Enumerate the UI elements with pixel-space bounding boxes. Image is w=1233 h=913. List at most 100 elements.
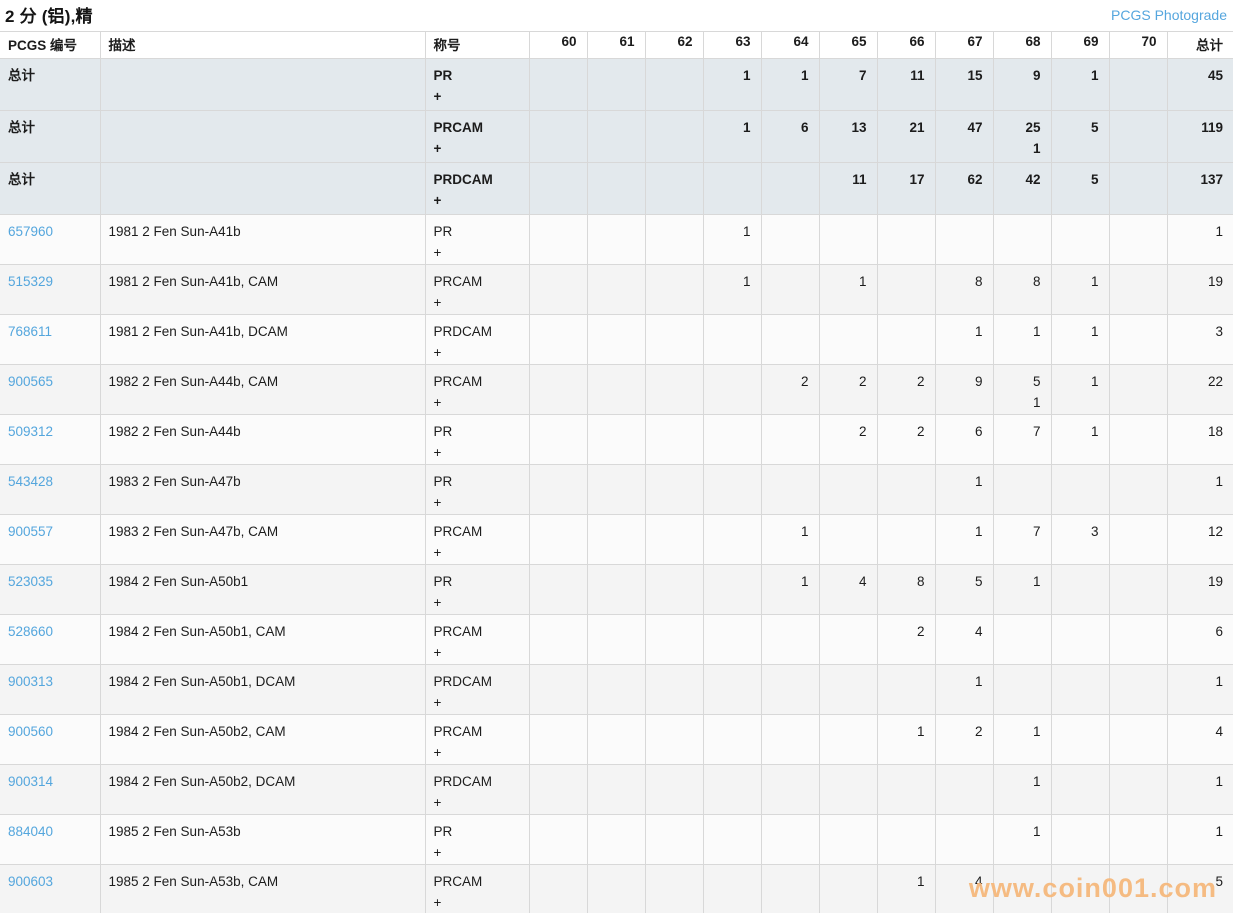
grade-cell-66: 1 bbox=[877, 865, 935, 913]
grade-cell-66: 2 bbox=[877, 415, 935, 465]
grade-cell-60 bbox=[529, 565, 587, 615]
grade-cell-64 bbox=[761, 815, 819, 865]
grade-cell-65 bbox=[819, 865, 877, 913]
col-header-pcgs-number: PCGS 编号 bbox=[0, 32, 100, 59]
grade-cell-69: 1 bbox=[1051, 59, 1109, 111]
pcgs-number-link[interactable]: 515329 bbox=[8, 274, 53, 289]
grade-cell-60 bbox=[529, 315, 587, 365]
grade-cell-62 bbox=[645, 865, 703, 913]
grade-cell-62 bbox=[645, 515, 703, 565]
row-total: 6 bbox=[1167, 615, 1233, 665]
grade-cell-67: 1 bbox=[935, 465, 993, 515]
grade-cell-69 bbox=[1051, 465, 1109, 515]
pcgs-number-link[interactable]: 543428 bbox=[8, 474, 53, 489]
table-row: 5230351984 2 Fen Sun-A50b1PR+1485119 bbox=[0, 565, 1233, 615]
grade-cell-65 bbox=[819, 515, 877, 565]
grade-cell-63 bbox=[703, 365, 761, 415]
grade-cell-66 bbox=[877, 265, 935, 315]
grade-cell-65 bbox=[819, 615, 877, 665]
grade-cell-65: 4 bbox=[819, 565, 877, 615]
grade-cell-70 bbox=[1109, 315, 1167, 365]
designation: PRCAM+ bbox=[425, 615, 529, 665]
grade-cell-70 bbox=[1109, 565, 1167, 615]
pcgs-number-link[interactable]: 523035 bbox=[8, 574, 53, 589]
pcgs-number-link[interactable]: 900557 bbox=[8, 524, 53, 539]
pcgs-number-cell: 900313 bbox=[0, 665, 100, 715]
coin-description: 1983 2 Fen Sun-A47b, CAM bbox=[100, 515, 425, 565]
designation: PRDCAM+ bbox=[425, 665, 529, 715]
grade-cell-64 bbox=[761, 665, 819, 715]
table-row: 总计PR+11711159145 bbox=[0, 59, 1233, 111]
grade-cell-64: 1 bbox=[761, 59, 819, 111]
grade-cell-66: 11 bbox=[877, 59, 935, 111]
grade-cell-70 bbox=[1109, 665, 1167, 715]
grade-cell-65: 13 bbox=[819, 111, 877, 163]
table-row: 9003131984 2 Fen Sun-A50b1, DCAMPRDCAM+1… bbox=[0, 665, 1233, 715]
grade-cell-70 bbox=[1109, 765, 1167, 815]
grade-cell-65 bbox=[819, 665, 877, 715]
totals-label: 总计 bbox=[0, 59, 100, 111]
grade-cell-63 bbox=[703, 415, 761, 465]
grade-cell-62 bbox=[645, 315, 703, 365]
designation: PRCAM+ bbox=[425, 365, 529, 415]
grade-cell-69 bbox=[1051, 665, 1109, 715]
grade-cell-69: 1 bbox=[1051, 415, 1109, 465]
pcgs-number-link[interactable]: 900560 bbox=[8, 724, 53, 739]
grade-cell-61 bbox=[587, 515, 645, 565]
grade-cell-70 bbox=[1109, 615, 1167, 665]
designation: PR+ bbox=[425, 415, 529, 465]
grade-cell-69: 1 bbox=[1051, 265, 1109, 315]
header-row: PCGS 编号描述称号6061626364656667686970总计 bbox=[0, 32, 1233, 59]
population-table: PCGS 编号描述称号6061626364656667686970总计 总计 PR… bbox=[0, 31, 1233, 913]
grade-cell-64 bbox=[761, 265, 819, 315]
col-header-grade-62: 62 bbox=[645, 32, 703, 59]
grade-cell-63 bbox=[703, 665, 761, 715]
coin-description: 1982 2 Fen Sun-A44b, CAM bbox=[100, 365, 425, 415]
grade-cell-66: 8 bbox=[877, 565, 935, 615]
pcgs-number-link[interactable]: 509312 bbox=[8, 424, 53, 439]
col-header-grade-60: 60 bbox=[529, 32, 587, 59]
pcgs-number-link[interactable]: 900314 bbox=[8, 774, 53, 789]
pcgs-number-link[interactable]: 768611 bbox=[8, 324, 52, 339]
grade-cell-67 bbox=[935, 765, 993, 815]
grade-cell-60 bbox=[529, 265, 587, 315]
coin-description: 1981 2 Fen Sun-A41b, DCAM bbox=[100, 315, 425, 365]
pcgs-number-link[interactable]: 528660 bbox=[8, 624, 53, 639]
coin-description: 1985 2 Fen Sun-A53b, CAM bbox=[100, 865, 425, 913]
grade-cell-67: 1 bbox=[935, 515, 993, 565]
grade-cell-64 bbox=[761, 615, 819, 665]
grade-cell-68 bbox=[993, 615, 1051, 665]
row-total: 1 bbox=[1167, 765, 1233, 815]
pcgs-number-link[interactable]: 657960 bbox=[8, 224, 53, 239]
col-header-grade-70: 70 bbox=[1109, 32, 1167, 59]
pcgs-number-cell: 509312 bbox=[0, 415, 100, 465]
top-bar: 2 分 (铝),精 PCGS Photograde bbox=[0, 0, 1233, 31]
grade-cell-61 bbox=[587, 59, 645, 111]
coin-description bbox=[100, 163, 425, 215]
coin-description: 1984 2 Fen Sun-A50b2, DCAM bbox=[100, 765, 425, 815]
grade-cell-69 bbox=[1051, 565, 1109, 615]
grade-cell-70 bbox=[1109, 515, 1167, 565]
grade-cell-62 bbox=[645, 59, 703, 111]
grade-cell-60 bbox=[529, 111, 587, 163]
grade-cell-62 bbox=[645, 365, 703, 415]
totals-label: 总计 bbox=[0, 163, 100, 215]
designation: PR+ bbox=[425, 215, 529, 265]
coin-description: 1983 2 Fen Sun-A47b bbox=[100, 465, 425, 515]
pcgs-number-link[interactable]: 900603 bbox=[8, 874, 53, 889]
pcgs-number-link[interactable]: 900313 bbox=[8, 674, 53, 689]
grade-cell-66: 21 bbox=[877, 111, 935, 163]
grade-cell-62 bbox=[645, 765, 703, 815]
pcgs-number-link[interactable]: 900565 bbox=[8, 374, 53, 389]
pcgs-number-cell: 768611 bbox=[0, 315, 100, 365]
table-row: 5093121982 2 Fen Sun-A44bPR+2267118 bbox=[0, 415, 1233, 465]
col-header-total: 总计 bbox=[1167, 32, 1233, 59]
grade-cell-67: 6 bbox=[935, 415, 993, 465]
row-total: 3 bbox=[1167, 315, 1233, 365]
pcgs-number-link[interactable]: 884040 bbox=[8, 824, 53, 839]
grade-cell-66: 2 bbox=[877, 615, 935, 665]
grade-cell-60 bbox=[529, 865, 587, 913]
grade-cell-63 bbox=[703, 565, 761, 615]
grade-cell-69 bbox=[1051, 815, 1109, 865]
pcgs-photograde-link[interactable]: PCGS Photograde bbox=[1111, 7, 1227, 23]
